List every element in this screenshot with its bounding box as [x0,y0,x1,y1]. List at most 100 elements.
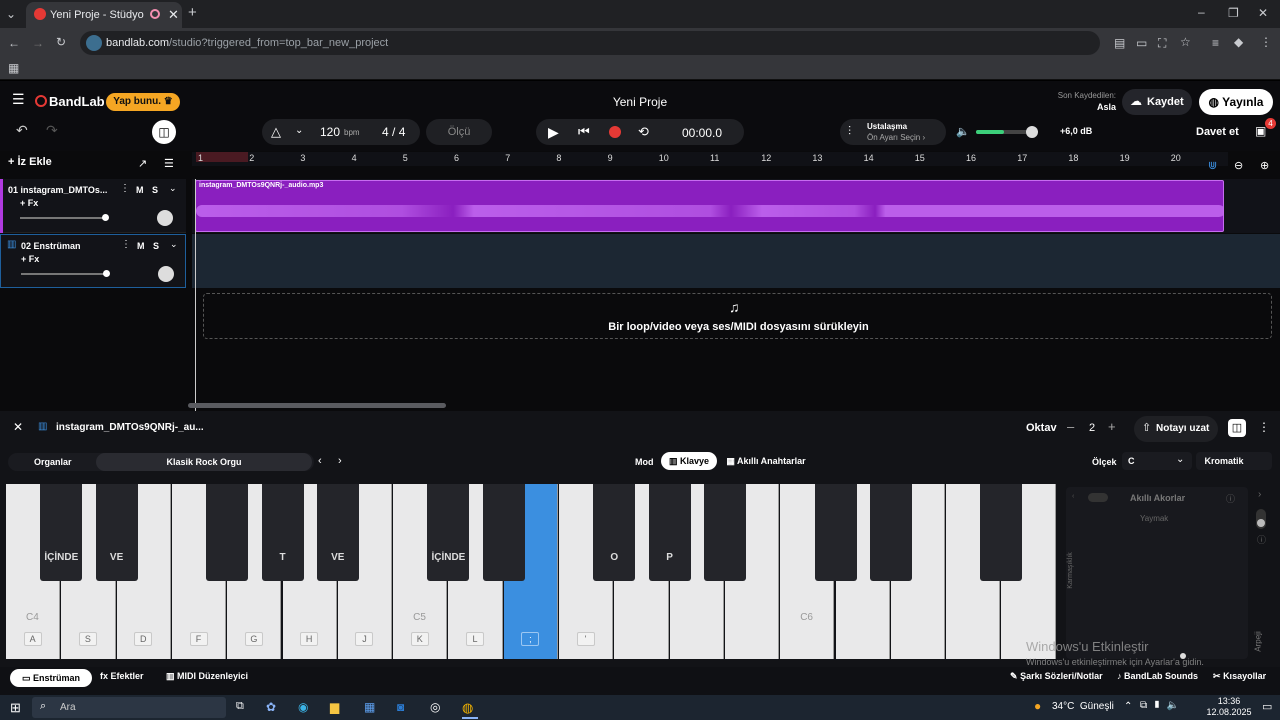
track-options-icon[interactable]: ☰ [164,157,174,170]
back-icon[interactable]: ← [8,37,20,49]
piano-black-key[interactable]: İÇİNDE [427,484,470,581]
add-fx-button[interactable]: + Fx [20,198,38,208]
invite-button[interactable]: Davet et [1196,126,1239,138]
piano-black-key[interactable]: İÇİNDE [40,484,83,581]
time-signature[interactable]: 4 / 4 [382,125,405,139]
chrome-menu-icon[interactable]: ⋮ [1260,36,1272,48]
notification-icon[interactable]: ▭ [1262,700,1272,713]
track-volume-knob[interactable] [102,214,109,221]
add-track-button[interactable]: + İz Ekle [8,156,66,174]
octave-minus-button[interactable]: – [1067,419,1074,434]
track-menu-icon[interactable]: ⋮ [120,183,130,194]
profile-icon[interactable]: ◆ [1234,36,1243,48]
piano-black-key[interactable]: T [261,484,304,581]
undo-icon[interactable]: ↶ [16,123,28,137]
close-tab-icon[interactable]: ✕ [168,7,179,23]
piano-black-key[interactable] [206,484,249,581]
upgrade-button[interactable]: Yap bunu. ♛ [106,93,180,111]
piano-black-key[interactable] [980,484,1023,581]
scale-select[interactable]: C ⌄ [1122,452,1192,470]
track-volume-knob[interactable] [103,270,110,277]
audio-clip[interactable]: instagram_DMTOs9QNRj-_audio.mp3 [195,180,1224,232]
chrome-taskbar-icon[interactable]: ◍ [462,700,473,716]
panel-menu-icon[interactable]: ⋮ [1258,420,1270,434]
loop-icon[interactable]: ⟲ [638,124,649,140]
automation-icon[interactable]: ↗ [138,157,147,170]
pan-knob[interactable] [158,266,174,282]
tray-chevron-icon[interactable]: ⌃ [1124,701,1132,712]
copilot-icon[interactable]: ✿ [266,700,276,714]
store-icon[interactable]: ▦ [364,700,375,714]
playhead-line[interactable] [195,179,196,411]
track-lane-2[interactable] [192,234,1280,288]
apps-grid-icon[interactable]: ▦ [8,62,19,74]
track-menu-icon[interactable]: ⋮ [121,239,131,250]
midi-editor-tab[interactable]: ▥ MIDI Düzenleyici [166,671,248,682]
expand-chevron-icon[interactable]: ⌄ [170,239,178,250]
piano-black-key[interactable] [869,484,912,581]
solo-button[interactable]: S [152,185,158,195]
track-name[interactable]: 01 instagram_DMTOs... [8,185,107,195]
piano-black-key[interactable]: P [648,484,691,581]
weather-text[interactable]: 34°C Güneşli [1052,701,1114,712]
outlook-icon[interactable]: ◙ [397,700,404,714]
rewind-icon[interactable]: ⏮ [578,124,590,140]
site-info-icon[interactable] [86,35,102,51]
arpeggio-switch[interactable] [1256,509,1266,529]
minimize-icon[interactable]: – [1198,6,1205,18]
piano-black-key[interactable]: VE [95,484,138,581]
arpeggio-info-icon[interactable]: ⓘ [1257,533,1266,546]
track-header-2[interactable]: ▥ 02 Enstrüman ⋮ M S ⌄ + Fx [0,234,186,288]
track-header-1[interactable]: 01 instagram_DMTOs... ⋮ M S ⌄ + Fx [0,179,186,233]
gift-icon[interactable]: ▣ [1255,124,1266,138]
bpm-value[interactable]: 120 [320,125,340,139]
metronome-dropdown-icon[interactable]: ⌄ [295,125,303,136]
cast-icon[interactable]: ▭ [1136,37,1147,49]
info-icon[interactable]: ⓘ [1226,492,1235,505]
tab-search-icon[interactable]: ⌄ [6,8,16,20]
bookmark-star-icon[interactable]: ☆ [1180,36,1191,48]
url-field[interactable]: bandlab.com/studio?triggered_from=top_ba… [80,31,1100,55]
smart-chords-toggle[interactable]: ‹ [1072,493,1082,501]
measure-button[interactable]: Ölçü [426,119,492,145]
forward-icon[interactable]: → [32,37,44,49]
magnet-icon[interactable]: ⋓ [1208,159,1217,172]
octave-plus-button[interactable]: + [1108,419,1116,434]
track-volume-slider[interactable] [20,214,109,221]
scale-type-select[interactable]: Kromatik [1196,452,1272,470]
effects-tab[interactable]: fx Efektler [100,671,144,681]
task-view-icon[interactable]: ⧉ [236,700,244,713]
project-title[interactable]: Yeni Proje [590,95,690,109]
restore-icon[interactable]: ❐ [1228,7,1239,19]
app-icon[interactable]: ◎ [430,700,440,714]
taskbar-search[interactable]: ⌕ Ara [32,697,226,718]
sustain-button[interactable]: ⇧ Notayı uzat [1134,416,1218,442]
tray-icons[interactable]: ⧉▮🔈 [1140,700,1185,711]
media-icon[interactable]: ≡ [1212,37,1219,49]
piano-black-key[interactable] [703,484,746,581]
translate-icon[interactable]: ⛶ [1158,37,1166,49]
mastering-button[interactable]: ⫶ Ustalaşma Ön Ayarı Seçin › [840,119,946,145]
instrument-tab[interactable]: ▭ Enstrüman [10,669,92,687]
track-volume-slider[interactable] [21,270,110,277]
file-explorer-icon[interactable]: ▆ [330,700,339,714]
mute-button[interactable]: M [137,241,145,251]
master-volume-knob[interactable] [1026,126,1038,138]
edge-icon[interactable]: ◉ [298,700,308,714]
piano-black-key[interactable] [814,484,857,581]
mixer-view-button[interactable]: ◫ [152,120,176,144]
smart-chords-switch[interactable] [1088,493,1108,502]
redo-icon[interactable]: ↷ [46,123,58,137]
solo-button[interactable]: S [153,241,159,251]
record-icon[interactable] [609,126,621,138]
windows-start-icon[interactable]: ⊞ [10,700,21,716]
piano-black-key[interactable]: VE [316,484,359,581]
track-name[interactable]: 02 Enstrüman [21,241,81,251]
close-window-icon[interactable]: ✕ [1258,7,1268,19]
timeline-ruler[interactable]: 1 2 3 4 5 6 7 8 9 10 11 12 13 14 15 16 17 18 19 20 [192,152,1228,166]
sounds-button[interactable]: ♪ BandLab Sounds [1117,671,1198,681]
metronome-icon[interactable]: △ [271,124,281,140]
reload-icon[interactable]: ↻ [56,36,66,48]
zoom-out-icon[interactable]: ⊖ [1234,159,1243,172]
pan-knob[interactable] [157,210,173,226]
